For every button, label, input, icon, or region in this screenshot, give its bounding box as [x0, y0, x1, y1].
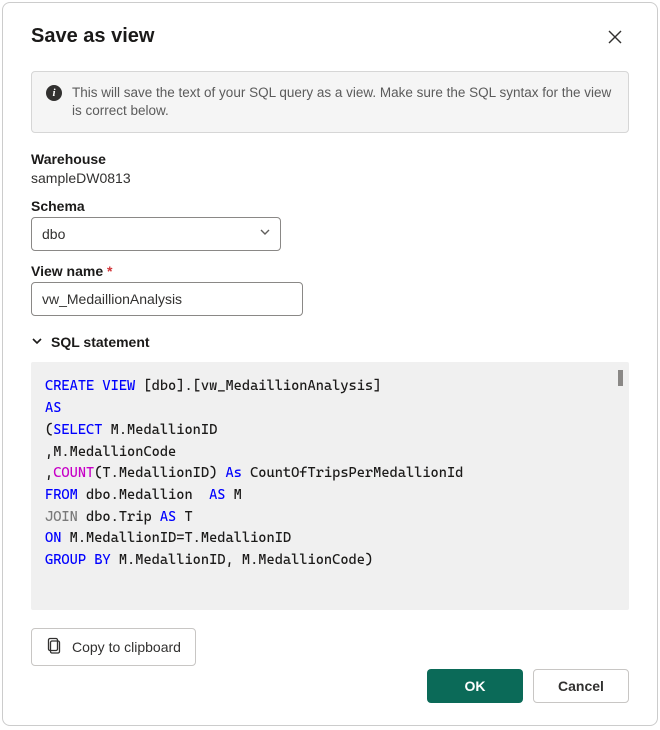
save-as-view-dialog: Save as view i This will save the text o…	[2, 2, 658, 726]
schema-select[interactable]	[31, 217, 281, 251]
sql-section-label: SQL statement	[51, 334, 150, 350]
sql-statement-toggle[interactable]: SQL statement	[31, 334, 629, 350]
warehouse-value: sampleDW0813	[31, 170, 629, 186]
schema-select-wrap	[31, 217, 281, 251]
schema-label: Schema	[31, 198, 629, 214]
dialog-header: Save as view	[31, 25, 629, 53]
view-name-input[interactable]	[31, 282, 303, 316]
copy-to-clipboard-button[interactable]: Copy to clipboard	[31, 628, 196, 666]
info-text: This will save the text of your SQL quer…	[72, 84, 614, 120]
dialog-footer: OK Cancel	[427, 669, 629, 703]
close-icon	[607, 29, 623, 50]
view-name-label-text: View name	[31, 263, 103, 279]
info-icon: i	[46, 85, 62, 101]
scrollbar-thumb[interactable]	[618, 370, 623, 386]
ok-button[interactable]: OK	[427, 669, 523, 703]
close-button[interactable]	[601, 25, 629, 53]
info-banner: i This will save the text of your SQL qu…	[31, 71, 629, 133]
required-marker: *	[107, 263, 112, 279]
sql-statement-box[interactable]: CREATE VIEW [dbo].[vw_MedaillionAnalysis…	[31, 362, 629, 610]
cancel-button[interactable]: Cancel	[533, 669, 629, 703]
clipboard-icon	[46, 637, 62, 658]
copy-label: Copy to clipboard	[72, 639, 181, 655]
dialog-title: Save as view	[31, 25, 154, 48]
warehouse-label: Warehouse	[31, 151, 629, 167]
view-name-label: View name *	[31, 263, 629, 279]
chevron-down-icon	[31, 334, 43, 350]
